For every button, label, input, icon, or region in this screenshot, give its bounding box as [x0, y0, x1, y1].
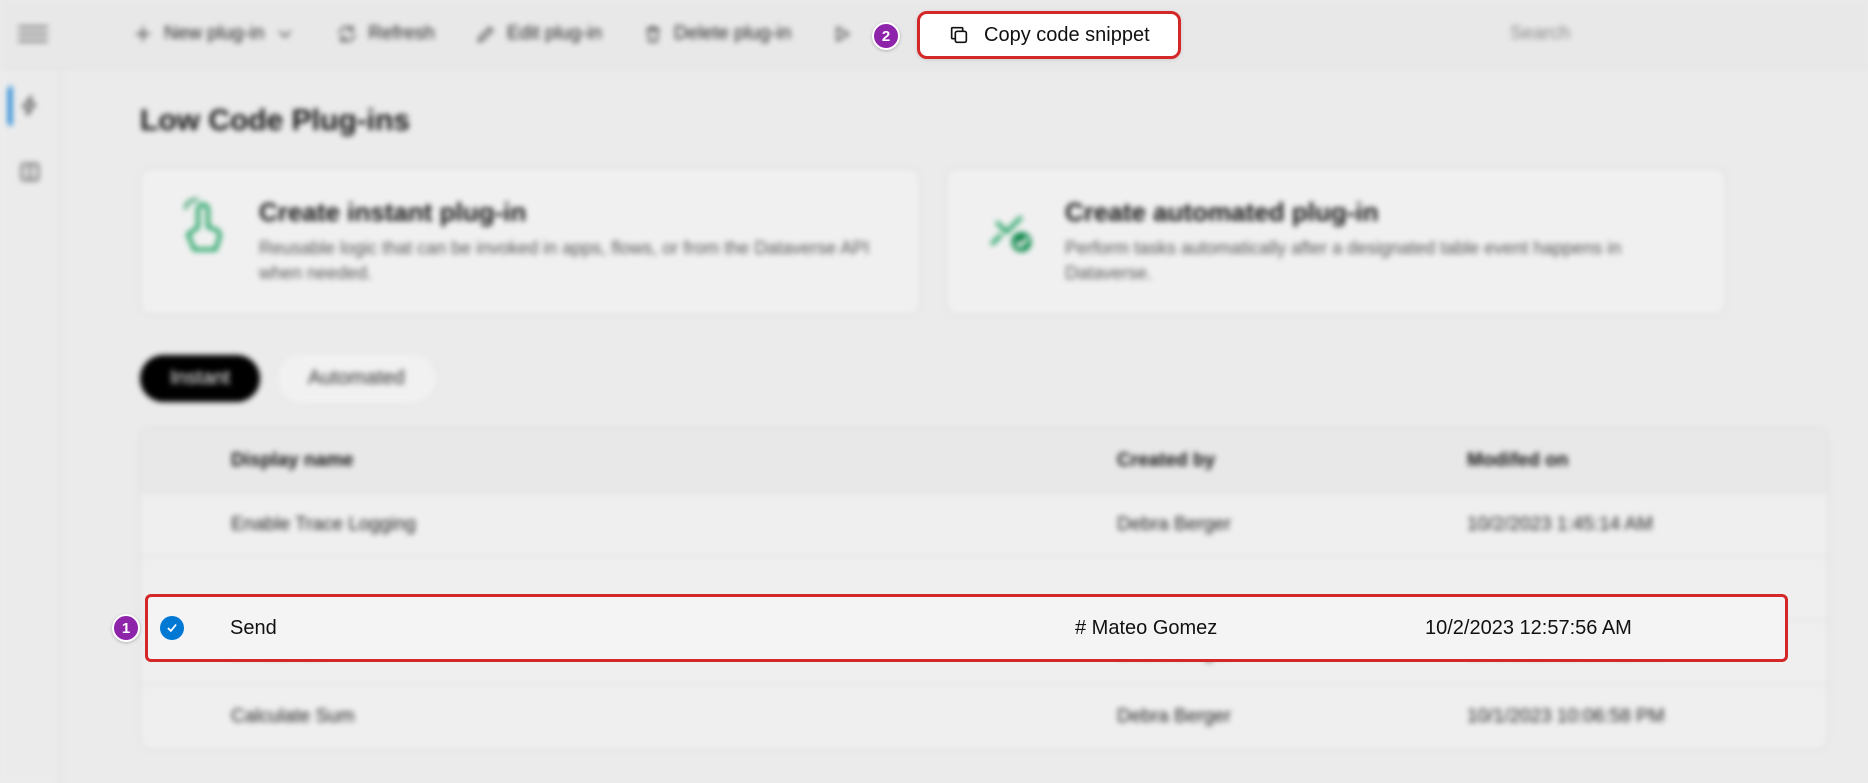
touch-icon: [173, 197, 233, 257]
callout-badge-1: 1: [112, 614, 140, 642]
rail-item-library[interactable]: [10, 152, 50, 192]
left-rail: [0, 68, 60, 783]
table-row[interactable]: Enable Trace Logging Debra Berger 10/2/2…: [141, 493, 1827, 557]
delete-plugin-button[interactable]: Delete plug-in: [626, 13, 807, 55]
edit-plugin-button[interactable]: Edit plug-in: [459, 13, 618, 55]
col-modified-on[interactable]: Modifed on: [1467, 450, 1817, 472]
selected-row-highlight[interactable]: Send # Mateo Gomez 10/2/2023 12:57:56 AM: [145, 594, 1788, 662]
delete-label: Delete plug-in: [674, 23, 791, 45]
main-content: Low Code Plug-ins Create instant plug-in…: [60, 68, 1868, 783]
play-button[interactable]: [815, 13, 869, 55]
cell-name: Send: [230, 617, 1075, 640]
edit-label: Edit plug-in: [507, 23, 602, 45]
new-plugin-label: New plug-in: [164, 23, 264, 45]
card-automated-plugin[interactable]: Create automated plug-in Perform tasks a…: [946, 168, 1726, 315]
hamburger-icon[interactable]: [18, 19, 48, 49]
page-title: Low Code Plug-ins: [140, 104, 1828, 138]
pencil-icon: [475, 23, 497, 45]
chevron-down-icon: [274, 23, 296, 45]
row-checkbox[interactable]: [160, 616, 184, 640]
table-row[interactable]: Calculate Sum Debra Berger 10/1/2023 10:…: [141, 685, 1827, 749]
bolt-icon: [18, 94, 42, 118]
copy-code-snippet-button[interactable]: Copy code snippet: [917, 11, 1181, 59]
refresh-label: Refresh: [368, 23, 435, 45]
plugin-table: Display name Created by Modifed on Enabl…: [140, 428, 1828, 750]
tab-automated[interactable]: Automated: [278, 355, 435, 402]
copy-icon: [948, 24, 970, 46]
refresh-icon: [336, 23, 358, 45]
tab-instant[interactable]: Instant: [140, 355, 260, 402]
card-automated-desc: Perform tasks automatically after a desi…: [1065, 236, 1693, 286]
copy-snippet-label: Copy code snippet: [984, 24, 1150, 47]
cell-modified-on: 10/1/2023 10:06:58 PM: [1467, 706, 1817, 728]
col-display-name[interactable]: Display name: [231, 450, 1117, 472]
rail-item-plugins[interactable]: [8, 86, 48, 126]
card-automated-title: Create automated plug-in: [1065, 197, 1693, 228]
search-input[interactable]: Search: [1490, 13, 1850, 55]
refresh-button[interactable]: Refresh: [320, 13, 451, 55]
tabs: Instant Automated: [140, 355, 1828, 402]
book-icon: [18, 160, 42, 184]
card-instant-title: Create instant plug-in: [259, 197, 887, 228]
trash-icon: [642, 23, 664, 45]
cell-modified-on: 10/2/2023 1:45:14 AM: [1467, 514, 1817, 536]
new-plugin-button[interactable]: New plug-in: [116, 13, 312, 55]
card-instant-desc: Reusable logic that can be invoked in ap…: [259, 236, 887, 286]
card-instant-plugin[interactable]: Create instant plug-in Reusable logic th…: [140, 168, 920, 315]
play-icon: [831, 23, 853, 45]
cell-created-by: Debra Berger: [1117, 514, 1467, 536]
callout-badge-2: 2: [872, 22, 900, 50]
cell-name: Enable Trace Logging: [231, 514, 1117, 536]
table-header: Display name Created by Modifed on: [141, 429, 1827, 493]
plus-icon: [132, 23, 154, 45]
create-cards: Create instant plug-in Reusable logic th…: [140, 168, 1828, 315]
cell-created-by: # Mateo Gomez: [1075, 617, 1425, 640]
connector-icon: [979, 197, 1039, 257]
cell-modified-on: 10/2/2023 12:57:56 AM: [1425, 617, 1775, 640]
col-created-by[interactable]: Created by: [1117, 450, 1467, 472]
cell-created-by: Debra Berger: [1117, 706, 1467, 728]
cell-name: Calculate Sum: [231, 706, 1117, 728]
